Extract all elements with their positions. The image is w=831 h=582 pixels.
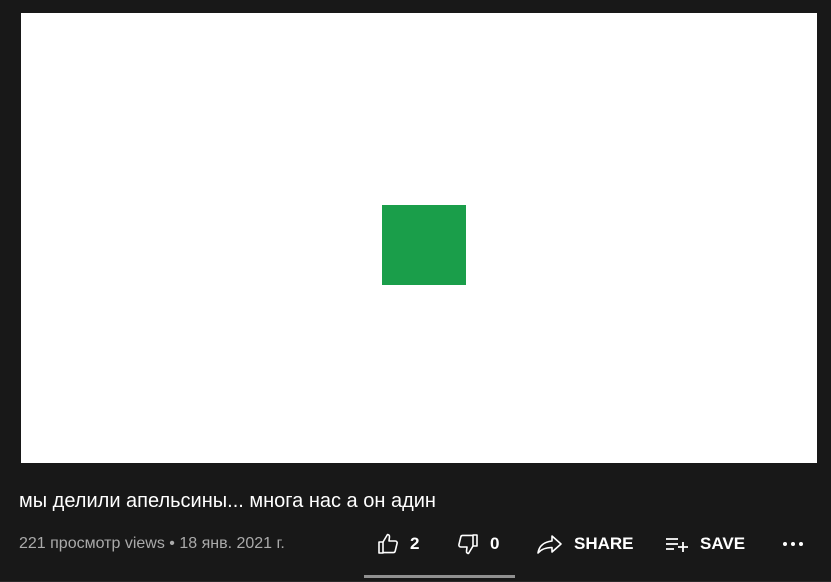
dislike-count: 0 — [490, 534, 500, 553]
more-actions-button[interactable] — [780, 526, 806, 562]
video-primary-info-row: 221 просмотр views • 18 янв. 2021 г. 2 0 — [0, 526, 831, 562]
video-title: мы делили апельсины... многа нас а он ад… — [19, 490, 436, 512]
like-button[interactable]: 2 — [376, 526, 419, 562]
video-frame-green-square — [382, 205, 466, 285]
video-page: мы делили апельсины... многа нас а он ад… — [0, 0, 831, 582]
more-horizontal-icon — [780, 532, 806, 556]
video-player[interactable] — [21, 13, 817, 463]
thumbs-up-icon — [376, 532, 400, 556]
save-label: SAVE — [700, 534, 746, 553]
share-arrow-icon — [536, 532, 564, 556]
like-count: 2 — [410, 534, 420, 553]
view-count-and-date: 221 просмотр views • 18 янв. 2021 г. — [19, 535, 285, 552]
playlist-add-icon — [664, 532, 690, 556]
share-label: SHARE — [574, 534, 634, 553]
thumbs-down-icon — [456, 532, 480, 556]
save-button[interactable]: SAVE — [664, 526, 745, 562]
share-button[interactable]: SHARE — [536, 526, 634, 562]
dislike-button[interactable]: 0 — [456, 526, 499, 562]
like-dislike-sentiment-bar — [364, 575, 515, 578]
